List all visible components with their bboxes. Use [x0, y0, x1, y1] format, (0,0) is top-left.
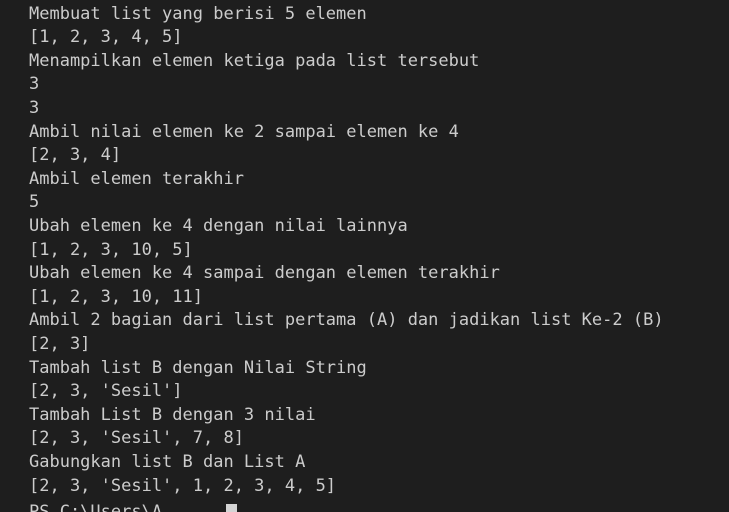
output-line: [1, 2, 3, 4, 5]	[29, 27, 183, 48]
output-line: [2, 3, 'Sesil', 7, 8]	[29, 428, 244, 449]
output-line: [1, 2, 3, 10, 11]	[29, 286, 203, 307]
output-line: 3	[29, 74, 40, 95]
output-line: [2, 3, 4]	[29, 145, 122, 166]
output-line: Ubah elemen ke 4 sampai dengan elemen te…	[29, 263, 500, 284]
output-line: Ambil 2 bagian dari list pertama (A) dan…	[29, 310, 664, 331]
output-line: [1, 2, 3, 10, 5]	[29, 239, 193, 260]
output-line: Ubah elemen ke 4 dengan nilai lainnya	[29, 215, 408, 236]
output-line: [2, 3, 'Sesil']	[29, 381, 183, 402]
output-line: [2, 3, 'Sesil', 1, 2, 3, 4, 5]	[29, 475, 337, 496]
output-line: Menampilkan elemen ketiga pada list ters…	[29, 50, 480, 71]
output-line: 5	[29, 192, 40, 213]
output-line: Gabungkan list B dan List A	[29, 451, 306, 472]
output-line: Tambah list B dengan Nilai String	[29, 357, 367, 378]
output-line: Membuat list yang berisi 5 elemen	[29, 3, 367, 24]
text-cursor	[226, 504, 237, 512]
terminal-panel[interactable]: Membuat list yang berisi 5 elemen [1, 2,…	[0, 0, 729, 512]
shell-prompt[interactable]: PS C:\Users\A	[29, 501, 162, 512]
output-line: 3	[29, 97, 40, 118]
output-line: Tambah List B dengan 3 nilai	[29, 404, 316, 425]
output-line: [2, 3]	[29, 333, 91, 354]
output-line: Ambil elemen terakhir	[29, 168, 244, 189]
output-line: Ambil nilai elemen ke 2 sampai elemen ke…	[29, 121, 459, 142]
